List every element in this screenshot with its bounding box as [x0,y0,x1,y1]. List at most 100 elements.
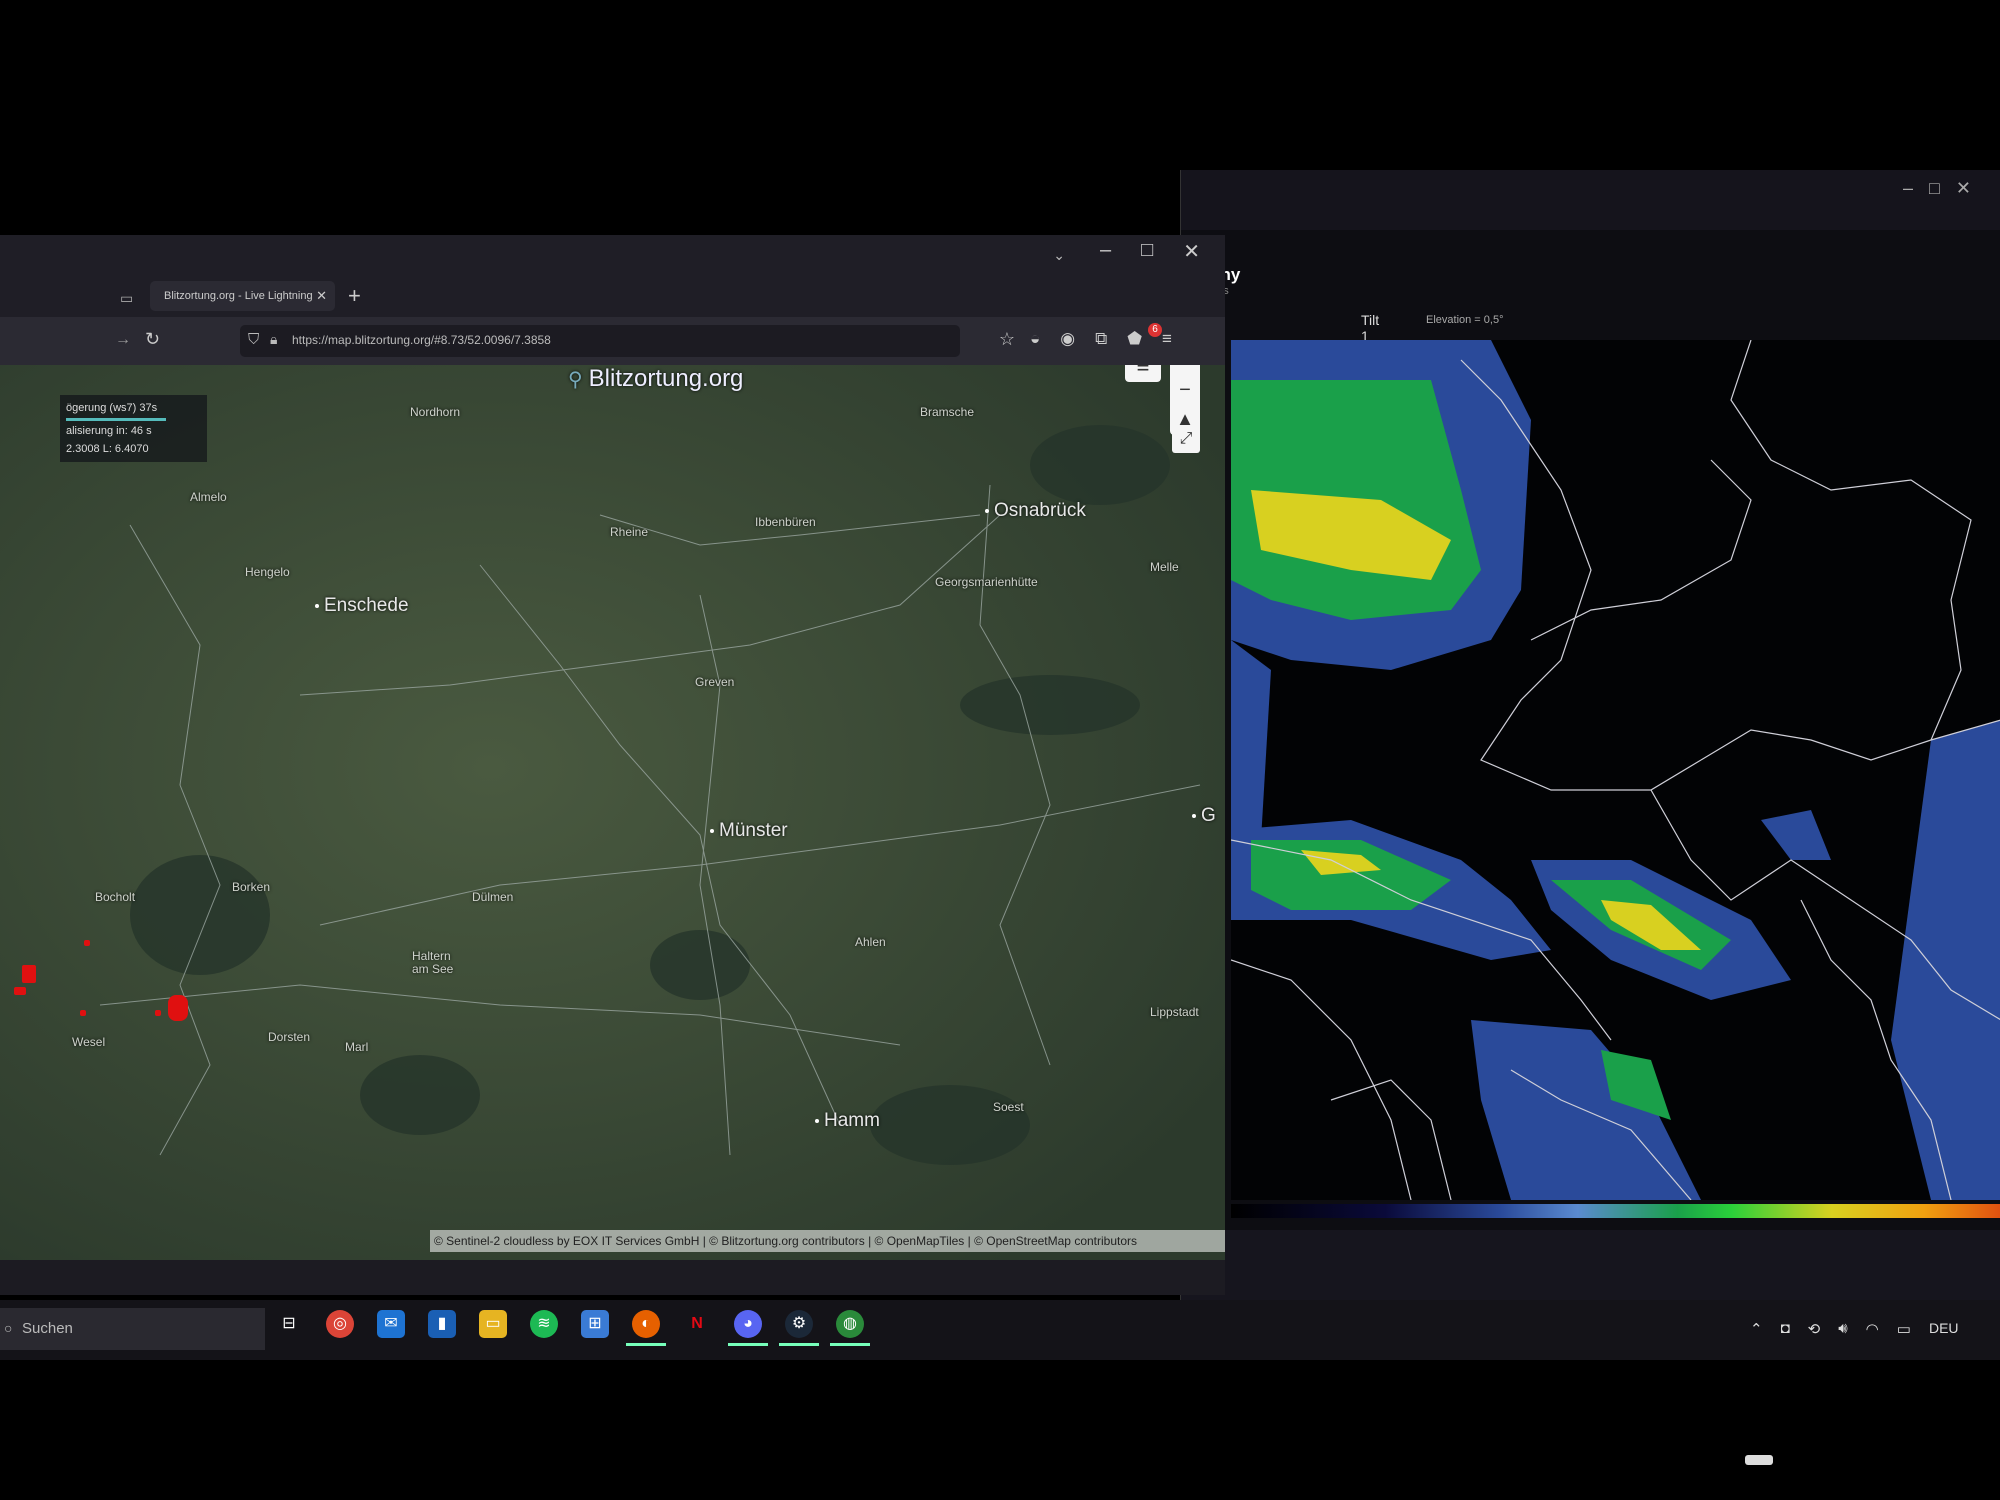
info-coords: 2.3008 L: 6.4070 [66,443,149,455]
lock-icon[interactable]: 🔒︎ [270,331,277,348]
city-borken: Borken [232,880,271,894]
lightning-strike [80,1010,86,1016]
city-soest: Soest [993,1100,1024,1114]
browser-window: ⌄ – □ ✕ ▭ Blitzortung.org - Live Lightni… [0,235,1225,1295]
firefox-icon[interactable]: ◐ [626,1310,666,1346]
logo-pin-icon: ⚲ [568,369,583,391]
taskbar: ○ Suchen ⊟ ◎ ✉ ▮ ▭ ≋ ⊞ ◐ N ◕ ⚙ ◍ ⌃ ◘ ⟲ 🔊… [0,1300,2000,1360]
city-muenster: Münster [710,820,788,842]
city-lippstadt: Lippstadt [1150,1005,1199,1019]
city-georgsmarienhuette: Georgsmarienhütte [935,575,1038,589]
reload-icon[interactable]: ↻ [145,329,160,350]
precip-cell [1761,810,1831,860]
city-rheine: Rheine [610,525,649,539]
city-ahlen: Ahlen [855,935,886,949]
menu-icon[interactable]: ≡ [1162,329,1172,349]
ublock-icon[interactable]: ⬟ [1127,329,1142,349]
city-almelo: Almelo [190,490,227,504]
netflix-icon[interactable]: N [683,1310,711,1338]
search-icon: ○ [4,1320,13,1336]
city-melle: Melle [1150,560,1179,574]
city-haltern: Haltern am See [412,949,454,976]
radar-window-controls[interactable]: –□✕ [1903,178,1987,199]
forward-arrow-icon[interactable]: → [115,331,131,349]
task-view-icon[interactable]: ⊟ [275,1310,303,1338]
info-delay: ögerung (ws7) 37s [66,402,158,414]
radar-map[interactable] [1231,340,2000,1200]
close-icon[interactable]: ✕ [1183,239,1200,264]
radar-image [1231,340,2000,1200]
map-attribution[interactable]: © Sentinel-2 cloudless by EOX IT Service… [430,1230,1225,1252]
url-text[interactable]: https://map.blitzortung.org/#8.73/52.009… [292,333,551,347]
tab-close-icon[interactable]: ✕ [316,281,327,311]
city-bramsche: Bramsche [920,405,975,419]
tab-title: Blitzortung.org - Live Lightning [164,290,313,302]
city-wesel: Wesel [72,1035,106,1049]
info-update: alisierung in: 46 s [66,425,152,437]
file-explorer-icon[interactable]: ▭ [479,1310,507,1338]
discord-icon[interactable]: ◕ [728,1310,768,1346]
battery-icon[interactable]: ▭ [1897,1320,1911,1338]
info-panel: ögerung (ws7) 37s alisierung in: 46 s 2.… [60,395,207,462]
radar-colorbar [1231,1204,2000,1218]
extensions-icon[interactable]: ⧉ [1095,329,1107,349]
zoom-in-button[interactable]: + [1170,365,1200,375]
taskbar-search[interactable]: ○ Suchen [0,1308,265,1350]
app2-icon[interactable]: ◍ [830,1310,870,1346]
steam-icon[interactable]: ⚙ [779,1310,819,1346]
update-icon[interactable]: ⟲ [1808,1320,1821,1338]
update-progress-bar [66,418,166,421]
lightning-strike [168,995,188,1021]
city-marl: Marl [345,1040,369,1054]
city-g: G [1192,805,1216,827]
pocket-icon[interactable]: ◒ [1030,329,1040,349]
lightning-map[interactable]: ⚲ Blitzortung.org ögerung (ws7) 37s alisi… [0,365,1225,1260]
system-tray: ⌃ ◘ ⟲ 🔊︎ ◠ ▭ DEU [1750,1320,1959,1338]
language-indicator[interactable]: DEU [1929,1320,1959,1338]
url-bar[interactable]: ⛉ 🔒︎ https://map.blitzortung.org/#8.73/5… [240,325,1015,357]
maximize-icon[interactable]: □ [1141,239,1153,264]
fullscreen-button[interactable]: ⤢ [1172,425,1200,453]
volume-icon[interactable]: 🔊︎ [1838,1320,1847,1338]
lightning-strike [14,987,26,995]
account-icon[interactable]: ◉ [1060,329,1075,349]
city-enschede: Enschede [315,595,409,617]
search-placeholder: Suchen [22,1320,73,1337]
shield-icon[interactable]: ⛉ [248,331,259,348]
nav-toolbar: → ↻ ⛉ 🔒︎ https://map.blitzortung.org/#8.… [0,317,1225,365]
logo-text: Blitzortung.org [588,365,744,392]
tab-bar: ▭ Blitzortung.org - Live Lightning ✕ + [0,275,1225,317]
minimize-icon[interactable]: – [1100,239,1111,264]
app-icon[interactable]: ▮ [428,1310,456,1338]
city-hamm: Hamm [815,1110,880,1132]
city-dorsten: Dorsten [268,1030,311,1044]
city-greven: Greven [695,675,735,689]
tab-manager-icon[interactable]: ▭ [120,290,133,307]
bookmark-star-icon[interactable]: ☆ [999,329,1015,350]
taskbar-apps: ⊟ ◎ ✉ ▮ ▭ ≋ ⊞ ◐ N ◕ ⚙ ◍ [275,1310,870,1346]
city-osnabrueck: Osnabrück [985,500,1086,522]
radar-titlebar: –□✕ [1181,170,2000,230]
spotify-icon[interactable]: ≋ [530,1310,558,1338]
list-all-tabs-chevron-icon[interactable]: ⌄ [1053,247,1065,264]
lightning-strike [84,940,90,946]
lightning-strike [155,1010,161,1016]
tab-blitzortung[interactable]: Blitzortung.org - Live Lightning ✕ [150,281,335,311]
map-menu-button[interactable]: ≡ [1125,365,1161,382]
extension-badge: 6 [1148,323,1162,337]
monitor-led [1745,1455,1773,1465]
city-bocholt: Bocholt [95,890,136,904]
window-controls: – □ ✕ [1100,239,1200,264]
zoom-out-button[interactable]: − [1170,375,1200,405]
browser-titlebar: ⌄ – □ ✕ [0,235,1225,275]
network-icon[interactable]: ◠ [1866,1320,1879,1338]
radar-window: –□✕ any dus st Tilt 1 Elevation = 0,5° [1180,170,2000,1320]
mail-icon[interactable]: ✉ [377,1310,405,1338]
store-icon[interactable]: ⊞ [581,1310,609,1338]
chrome-icon[interactable]: ◎ [326,1310,354,1338]
meet-now-icon[interactable]: ◘ [1781,1320,1790,1338]
tray-expand-icon[interactable]: ⌃ [1750,1320,1763,1338]
new-tab-icon[interactable]: + [348,283,361,309]
city-duelmen: Dülmen [472,890,514,904]
blitzortung-logo[interactable]: ⚲ Blitzortung.org [568,365,743,393]
